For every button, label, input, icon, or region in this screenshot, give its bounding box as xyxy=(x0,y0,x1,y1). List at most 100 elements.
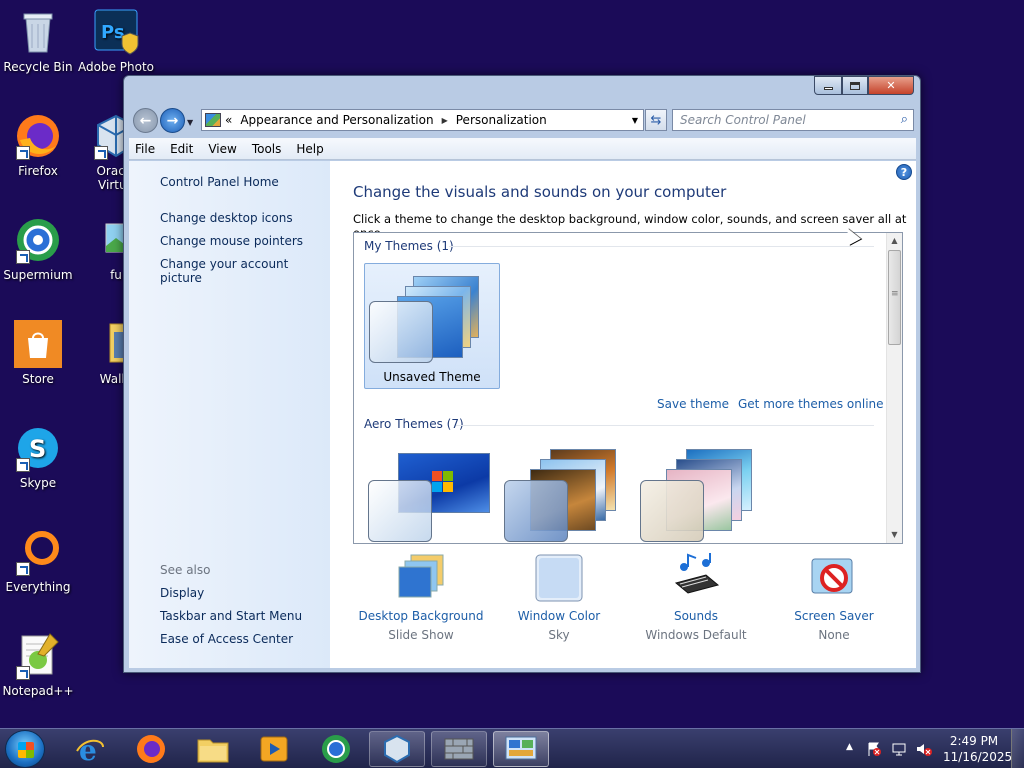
theme-characters[interactable] xyxy=(636,443,772,543)
window-color-title[interactable]: Window Color xyxy=(489,609,629,623)
menu-file[interactable]: File xyxy=(135,142,155,156)
theme-windows7[interactable] xyxy=(364,443,500,543)
theme-list-scrollbar[interactable]: ▲ ▼ xyxy=(886,233,902,543)
refresh-button[interactable]: ⇆ xyxy=(645,109,667,131)
desktop-icon-everything[interactable]: Everything xyxy=(0,528,76,594)
scrollbar-thumb[interactable] xyxy=(888,250,901,345)
scroll-down-icon[interactable]: ▼ xyxy=(887,527,902,543)
forward-button[interactable]: → xyxy=(160,108,185,133)
theme-name: Unsaved Theme xyxy=(383,370,481,384)
search-input[interactable]: Search Control Panel ⌕ xyxy=(672,109,914,131)
desktop-icon-label: Adobe Photo xyxy=(78,60,155,74)
taskbar-firefox[interactable] xyxy=(123,731,179,767)
shortcut-arrow-icon xyxy=(16,146,30,160)
desktop-icon-label: Firefox xyxy=(18,164,58,178)
window-content: Control Panel Home Change desktop icons … xyxy=(129,161,916,668)
taskbar-media-player[interactable] xyxy=(246,731,302,767)
screen-saver-value: None xyxy=(818,628,850,642)
get-more-themes-link[interactable]: Get more themes online xyxy=(738,397,884,411)
page-title: Change the visuals and sounds on your co… xyxy=(353,183,727,201)
theme-unsaved[interactable]: Unsaved Theme xyxy=(364,263,500,389)
start-button[interactable] xyxy=(5,730,45,768)
save-theme-link[interactable]: Save theme xyxy=(657,397,729,411)
maximize-button[interactable] xyxy=(842,76,868,95)
ease-of-access-link[interactable]: Ease of Access Center xyxy=(160,632,293,646)
clock[interactable]: 2:49 PM 11/16/2025 xyxy=(943,733,1013,765)
desktop-background-title[interactable]: Desktop Background xyxy=(351,609,491,623)
window-color-value: Sky xyxy=(548,628,570,642)
skype-icon: S xyxy=(14,424,62,472)
desktop-icon-skype[interactable]: S Skype xyxy=(0,424,76,490)
desktop-icon-label: Skype xyxy=(19,476,57,490)
everything-search-icon xyxy=(14,528,62,576)
screen-saver-title[interactable]: Screen Saver xyxy=(764,609,904,623)
breadcrumb-separator-icon[interactable]: ▶ xyxy=(442,116,448,125)
display-link[interactable]: Display xyxy=(160,586,204,600)
change-desktop-icons-link[interactable]: Change desktop icons xyxy=(160,211,293,225)
menu-tools[interactable]: Tools xyxy=(252,142,282,156)
desktop-icon-notepadpp[interactable]: Notepad++ xyxy=(0,632,76,698)
scroll-up-icon[interactable]: ▲ xyxy=(887,233,902,249)
menu-edit[interactable]: Edit xyxy=(170,142,193,156)
search-icon[interactable]: ⌕ xyxy=(901,112,908,127)
breadcrumb-appearance[interactable]: Appearance and Personalization xyxy=(240,113,433,127)
taskbar-internet-explorer[interactable]: e xyxy=(62,731,118,767)
theme-color-swatch xyxy=(368,480,432,542)
desktop-icon-label: Recycle Bin xyxy=(3,60,73,74)
desktop-icon-label: Store xyxy=(22,372,54,386)
desktop-icon-store[interactable]: Store xyxy=(0,320,76,386)
taskbar-virtualbox[interactable] xyxy=(369,731,425,767)
desktop-background-item[interactable]: Desktop Background Slide Show xyxy=(351,553,491,642)
clock-date: 11/16/2025 xyxy=(943,750,1013,764)
windows-logo-icon xyxy=(432,471,454,493)
volume-muted-icon[interactable] xyxy=(915,741,933,757)
taskbar-control-panel[interactable] xyxy=(493,731,549,767)
help-button[interactable]: ? xyxy=(896,164,912,180)
taskbar-supermium[interactable] xyxy=(308,731,364,767)
recent-pages-dropdown[interactable]: ▼ xyxy=(187,118,195,127)
change-account-picture-link[interactable]: Change your account picture xyxy=(160,257,330,285)
firewall-icon xyxy=(444,738,474,760)
sounds-item[interactable]: Sounds Windows Default xyxy=(626,553,766,642)
breadcrumb-overflow[interactable]: « xyxy=(225,113,232,127)
screen-saver-item[interactable]: Screen Saver None xyxy=(764,553,904,642)
theme-architecture[interactable] xyxy=(500,443,636,543)
show-desktop-button[interactable] xyxy=(1011,729,1024,768)
window-color-item[interactable]: Window Color Sky xyxy=(489,553,629,642)
taskbar: e ▲ 2:49 PM 11/16/2025 xyxy=(0,728,1024,768)
taskbar-file-explorer[interactable] xyxy=(185,731,241,767)
network-icon[interactable] xyxy=(891,741,907,757)
menu-bar: File Edit View Tools Help xyxy=(129,138,916,160)
desktop-icon-firefox[interactable]: Firefox xyxy=(0,112,76,178)
control-panel-home-link[interactable]: Control Panel Home xyxy=(160,175,279,189)
sounds-title[interactable]: Sounds xyxy=(626,609,766,623)
photoshop-icon: Ps xyxy=(92,8,140,56)
address-dropdown-icon[interactable]: ▼ xyxy=(627,116,643,125)
aero-themes-header: Aero Themes (7) xyxy=(364,417,464,431)
clock-time: 2:49 PM xyxy=(949,734,999,748)
theme-components: Desktop Background Slide Show Window Col… xyxy=(353,551,913,666)
desktop-icon-supermium[interactable]: Supermium xyxy=(0,216,76,282)
menu-view[interactable]: View xyxy=(208,142,236,156)
change-mouse-pointers-link[interactable]: Change mouse pointers xyxy=(160,234,303,248)
menu-help[interactable]: Help xyxy=(296,142,323,156)
taskbar-firewall[interactable] xyxy=(431,731,487,767)
theme-color-swatch xyxy=(369,301,433,363)
shortcut-arrow-icon xyxy=(16,250,30,264)
back-button[interactable]: ← xyxy=(133,108,158,133)
desktop-icon-photoshop[interactable]: Ps Adobe Photo xyxy=(78,8,154,74)
virtualbox-icon xyxy=(384,734,410,764)
breadcrumb-personalization[interactable]: Personalization xyxy=(456,113,547,127)
notepadpp-icon xyxy=(14,632,62,680)
minimize-button[interactable] xyxy=(814,76,842,95)
forward-arrow-icon: → xyxy=(166,112,179,129)
address-bar[interactable]: « Appearance and Personalization ▶ Perso… xyxy=(201,109,644,131)
show-hidden-icons-icon[interactable]: ▲ xyxy=(846,742,853,752)
sounds-icon xyxy=(670,553,722,603)
desktop-icon-recycle-bin[interactable]: Recycle Bin xyxy=(0,8,76,74)
close-button[interactable]: ✕ xyxy=(868,76,914,95)
recycle-bin-icon xyxy=(14,8,62,56)
desktop-background-value: Slide Show xyxy=(388,628,454,642)
action-center-flag-icon[interactable] xyxy=(866,741,882,757)
taskbar-start-menu-link[interactable]: Taskbar and Start Menu xyxy=(160,609,302,623)
